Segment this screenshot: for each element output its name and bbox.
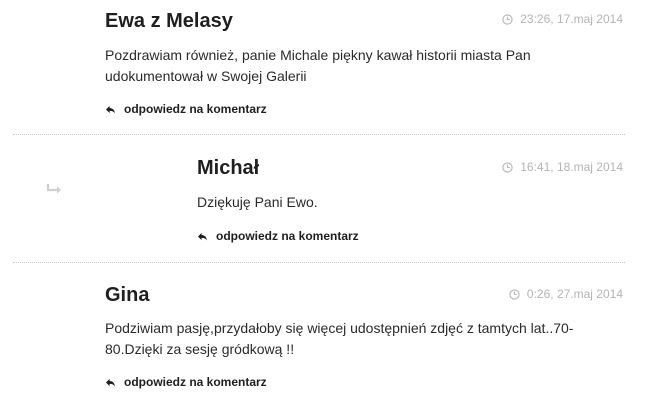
clock-icon <box>509 288 520 300</box>
comment-text: Pozdrawiam również, panie Michale piękny… <box>105 47 531 84</box>
reply-button[interactable]: odpowiedz na komentarz <box>197 229 359 243</box>
comment-text: Podziwiam pasję,przydałoby się więcej ud… <box>105 320 574 357</box>
comment-datetime: 23:26, 17.maj 2014 <box>520 12 623 26</box>
clock-icon <box>502 161 513 173</box>
reply-label: odpowiedz na komentarz <box>124 102 267 116</box>
reply-button[interactable]: odpowiedz na komentarz <box>105 375 267 389</box>
nested-reply-arrow-icon <box>46 184 61 194</box>
comment-datetime: 16:41, 18.maj 2014 <box>520 160 623 174</box>
comment-author: Gina <box>105 284 150 306</box>
comment-author: Michał <box>197 157 260 179</box>
comment-timestamp: 0:26, 27.maj 2014 <box>509 287 623 301</box>
comment-datetime: 0:26, 27.maj 2014 <box>526 287 623 301</box>
comment-divider <box>13 262 625 263</box>
clock-icon <box>502 13 513 25</box>
reply-arrow-icon <box>198 232 207 241</box>
reply-arrow-icon <box>106 105 115 114</box>
comment-timestamp: 23:26, 17.maj 2014 <box>502 12 623 26</box>
comment-divider <box>13 134 625 135</box>
reply-label: odpowiedz na komentarz <box>124 375 267 389</box>
reply-button[interactable]: odpowiedz na komentarz <box>105 102 267 116</box>
comment-timestamp: 16:41, 18.maj 2014 <box>502 160 623 174</box>
reply-arrow-icon <box>106 378 115 387</box>
reply-label: odpowiedz na komentarz <box>216 229 359 243</box>
comment-author: Ewa z Melasy <box>105 10 233 32</box>
comment-text: Dziękuję Pani Ewo. <box>197 194 318 210</box>
